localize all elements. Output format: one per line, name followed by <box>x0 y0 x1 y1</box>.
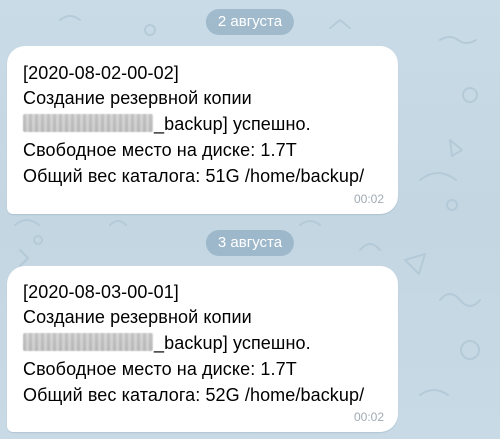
redacted-text <box>23 333 153 351</box>
message-time: 00:02 <box>353 192 384 206</box>
message-line-redacted: _backup] успешно. <box>23 333 311 354</box>
message-header: [2020-08-02-00-02] <box>23 63 179 83</box>
message-header: [2020-08-03-00-01] <box>23 282 179 302</box>
message-bubble[interactable]: [2020-08-02-00-02] Создание резервной ко… <box>7 46 398 214</box>
redacted-text <box>23 114 153 132</box>
message-line: Общий вес каталога: 51G /home/backup/ <box>23 166 365 186</box>
message-line: Создание резервной копии <box>23 88 252 108</box>
message-line-suffix: _backup] успешно. <box>154 114 311 134</box>
date-separator-aug-2: 2 августа <box>205 9 295 35</box>
message-bubble[interactable]: [2020-08-03-00-01] Создание резервной ко… <box>7 266 398 432</box>
message-line-suffix: _backup] успешно. <box>154 333 311 353</box>
message-line: Свободное место на диске: 1.7T <box>23 140 297 160</box>
date-separator-aug-3: 3 августа <box>205 230 295 256</box>
message-line: Создание резервной копии <box>23 307 252 327</box>
message-line: Общий вес каталога: 52G /home/backup/ <box>23 385 365 405</box>
message-line: Свободное место на диске: 1.7T <box>23 359 297 379</box>
message-time: 00:02 <box>353 410 384 424</box>
message-line-redacted: _backup] успешно. <box>23 114 311 135</box>
